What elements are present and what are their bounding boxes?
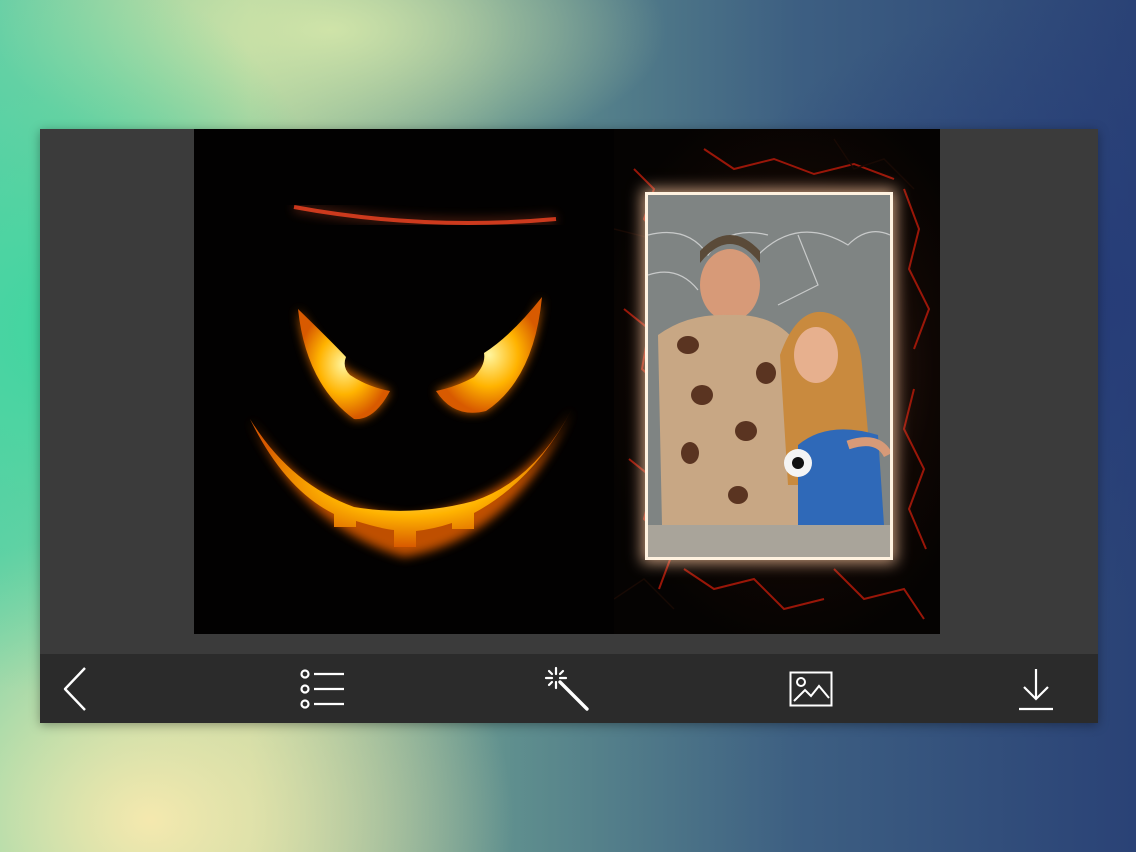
back-button[interactable] [43,654,107,723]
image-icon [789,671,833,706]
bottom-toolbar [40,654,1098,723]
framed-photo[interactable] [648,195,890,557]
jack-o-lantern-image [194,129,624,634]
chevron-left-icon [63,666,86,711]
editor-card [40,129,1098,723]
couple-photo-image [648,195,890,557]
photo-canvas[interactable] [194,129,940,634]
gallery-button[interactable] [779,654,843,723]
effects-button[interactable] [535,654,599,723]
download-button[interactable] [1004,654,1068,723]
download-icon [1019,668,1053,710]
magic-wand-icon [544,666,589,711]
list-icon [300,668,344,709]
frame-list-button[interactable] [291,654,355,723]
